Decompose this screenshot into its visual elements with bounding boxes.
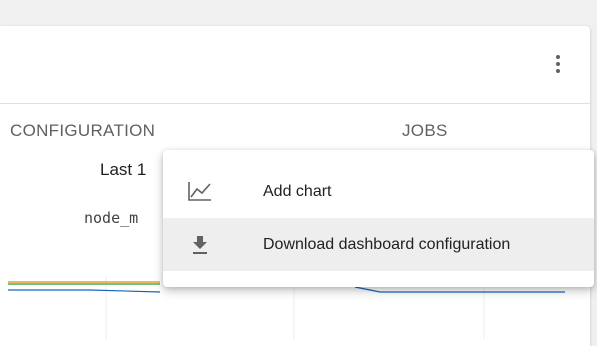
chart-options-menu: Add chart Download dashboard configurati…	[163, 150, 594, 287]
chart-series-line	[354, 286, 565, 293]
menu-item-label: Add chart	[263, 182, 332, 200]
menu-item-download-configuration[interactable]: Download dashboard configuration	[163, 218, 594, 271]
chart-series-line	[8, 289, 161, 293]
line-chart-icon	[185, 178, 215, 206]
chart-title: Last 1	[100, 160, 147, 179]
chart-subtitle: node_m	[84, 209, 139, 227]
more-vertical-icon[interactable]	[546, 52, 570, 76]
tab-configuration[interactable]: CONFIGURATION	[10, 121, 155, 141]
menu-item-label: Download dashboard configuration	[263, 235, 511, 253]
tab-jobs[interactable]: JOBS	[402, 121, 448, 141]
card-header	[0, 26, 590, 104]
menu-item-add-chart[interactable]: Add chart	[163, 165, 594, 218]
download-icon	[185, 231, 215, 259]
